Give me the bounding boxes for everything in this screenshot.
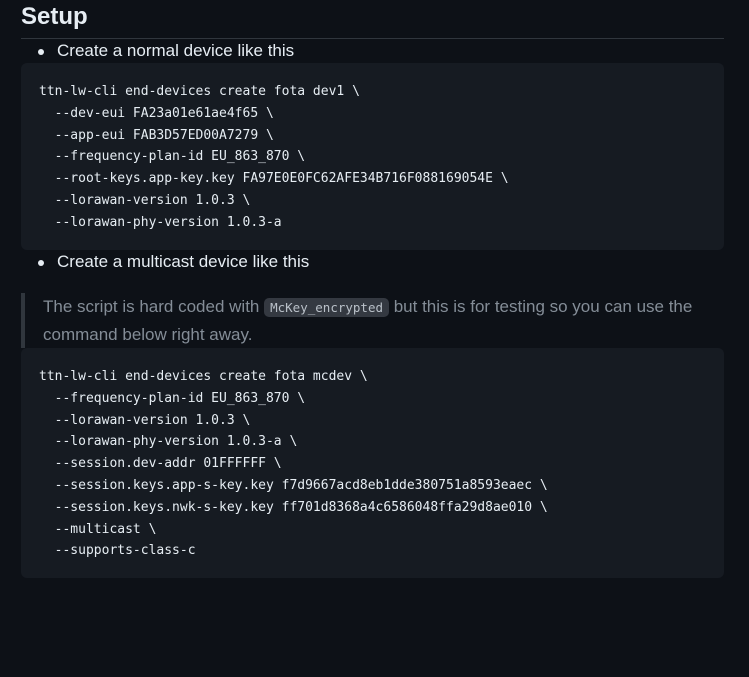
list-item-text: Create a multicast device like this [57, 252, 310, 271]
code-block-multicast-device[interactable]: ttn-lw-cli end-devices create fota mcdev… [21, 348, 724, 578]
blockquote-note: The script is hard coded with McKey_encr… [21, 293, 724, 348]
bullet-list-normal: Create a normal device like this [21, 39, 724, 63]
code-block-normal-device[interactable]: ttn-lw-cli end-devices create fota dev1 … [21, 63, 724, 250]
list-item-text: Create a normal device like this [57, 41, 295, 60]
code-line: --dev-eui FA23a01e61ae4f65 \ [39, 105, 274, 121]
inline-code-mckey: McKey_encrypted [264, 298, 389, 317]
list-item-normal-device: Create a normal device like this [21, 39, 724, 63]
code-line: --multicast \ [39, 521, 157, 537]
code-line: --lorawan-version 1.0.3 \ [39, 412, 251, 428]
bullet-dot-icon [38, 260, 44, 266]
code-line: --supports-class-c [39, 543, 196, 559]
code-line: --session.keys.app-s-key.key f7d9667acd8… [39, 477, 548, 493]
code-line: --session.keys.nwk-s-key.key ff701d8368a… [39, 499, 548, 515]
code-line: --frequency-plan-id EU_863_870 \ [39, 149, 306, 165]
bullet-list-multicast: Create a multicast device like this [21, 250, 724, 274]
code-line: --lorawan-phy-version 1.0.3-a [39, 214, 282, 230]
code-line: --session.dev-addr 01FFFFFF \ [39, 456, 282, 472]
list-item-multicast-device: Create a multicast device like this [21, 250, 724, 274]
markdown-body: Setup Create a normal device like this t… [21, 0, 724, 578]
code-line: --app-eui FAB3D57ED00A7279 \ [39, 127, 274, 143]
bullet-dot-icon [38, 49, 44, 55]
note-text-before: The script is hard coded with [43, 297, 265, 316]
code-line: ttn-lw-cli end-devices create fota dev1 … [39, 84, 360, 99]
code-line: --lorawan-version 1.0.3 \ [39, 192, 251, 208]
code-line: --lorawan-phy-version 1.0.3-a \ [39, 434, 298, 450]
code-line: ttn-lw-cli end-devices create fota mcdev… [39, 369, 368, 384]
section-heading-setup: Setup [21, 2, 724, 39]
code-line: --frequency-plan-id EU_863_870 \ [39, 390, 306, 406]
code-line: --root-keys.app-key.key FA97E0E0FC62AFE3… [39, 171, 509, 187]
